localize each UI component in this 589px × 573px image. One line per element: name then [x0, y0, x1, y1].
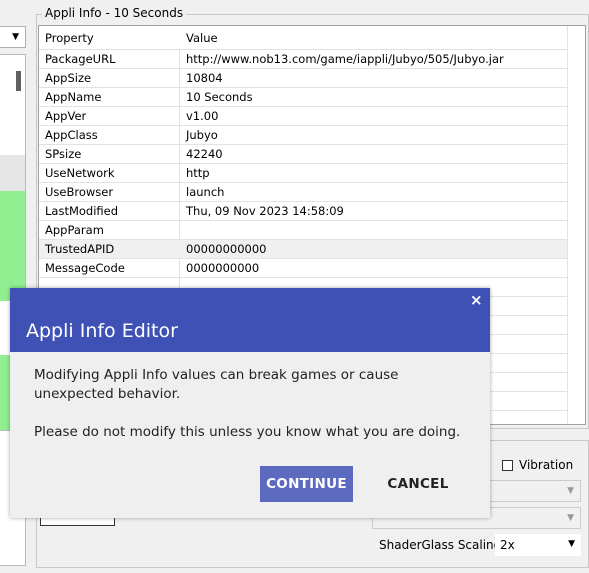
table-row[interactable]: PackageURL http://www.nob13.com/game/iapp… [39, 50, 569, 69]
table-row[interactable]: AppParam [39, 221, 569, 240]
table-row[interactable]: LastModified Thu, 09 Nov 2023 14:58:09 [39, 202, 569, 221]
table-row[interactable]: TrustedAPID 00000000000 [39, 240, 569, 259]
value-cell[interactable]: 10804 [186, 71, 223, 85]
table-row[interactable]: UseBrowser launch [39, 183, 569, 202]
property-cell: MessageCode [45, 261, 125, 275]
grid-header: Property Value [39, 26, 569, 50]
value-cell[interactable]: Thu, 09 Nov 2023 14:58:09 [186, 204, 344, 218]
value-cell[interactable]: 42240 [186, 147, 223, 161]
chevron-down-icon: ▼ [567, 486, 574, 496]
value-cell[interactable]: launch [186, 185, 224, 199]
property-cell: PackageURL [45, 52, 116, 66]
value-cell[interactable]: http [186, 166, 210, 180]
value-cell[interactable]: 10 Seconds [186, 90, 253, 104]
left-combo[interactable]: ▼ [0, 26, 26, 48]
value-cell[interactable]: 0000000000 [186, 261, 259, 275]
grid-scrollbar[interactable] [567, 26, 585, 424]
close-icon[interactable]: × [470, 291, 483, 309]
chevron-down-icon: ▼ [567, 513, 574, 523]
shader-scaling-label: ShaderGlass Scaling [379, 538, 502, 552]
property-cell: TrustedAPID [45, 242, 115, 256]
dialog-message: Modifying Appli Info values can break ga… [34, 366, 474, 461]
value-cell[interactable]: Jubyo [186, 128, 218, 142]
list-item [0, 191, 25, 301]
chevron-down-icon: ▼ [12, 32, 19, 42]
property-cell: UseBrowser [45, 185, 114, 199]
value-cell[interactable]: http://www.nob13.com/game/iappli/Jubyo/5… [186, 52, 504, 66]
checkbox-box[interactable] [502, 459, 513, 471]
table-row[interactable]: AppClass Jubyo [39, 126, 569, 145]
group-title: Appli Info - 10 Seconds [42, 6, 187, 20]
property-cell: AppParam [45, 223, 104, 237]
vibration-checkbox[interactable]: Vibration [502, 458, 573, 472]
advice-text: Please do not modify this unless you kno… [34, 424, 461, 440]
continue-button[interactable]: CONTINUE [260, 466, 353, 502]
shader-scaling-select[interactable]: 2x ▼ [495, 534, 581, 556]
table-row[interactable]: SPsize 42240 [39, 145, 569, 164]
value-cell[interactable]: v1.00 [186, 109, 218, 123]
property-cell: AppVer [45, 109, 87, 123]
cancel-button[interactable]: CANCEL [378, 466, 458, 502]
property-cell: AppSize [45, 71, 92, 85]
property-cell: UseNetwork [45, 166, 115, 180]
warning-text: Modifying Appli Info values can break ga… [34, 367, 399, 402]
vibration-label: Vibration [519, 458, 574, 472]
table-row[interactable]: UseNetwork http [39, 164, 569, 183]
dialog-title: Appli Info Editor [26, 320, 178, 342]
table-row[interactable]: AppSize 10804 [39, 69, 569, 88]
property-cell: AppName [45, 90, 102, 104]
property-cell: LastModified [45, 204, 119, 218]
dialog-header: × Appli Info Editor [10, 288, 490, 352]
table-row[interactable]: AppName 10 Seconds [39, 88, 569, 107]
shader-scaling-value: 2x [500, 538, 515, 552]
chevron-down-icon: ▼ [568, 539, 575, 549]
header-property: Property [45, 31, 94, 45]
table-row[interactable]: MessageCode 0000000000 [39, 259, 569, 278]
appli-info-editor-dialog: × Appli Info Editor Modifying Appli Info… [10, 288, 490, 518]
scrollbar-thumb[interactable] [16, 71, 21, 91]
table-row[interactable]: AppVer v1.00 [39, 107, 569, 126]
header-value: Value [186, 31, 218, 45]
property-cell: AppClass [45, 128, 98, 142]
value-cell[interactable]: 00000000000 [186, 242, 266, 256]
property-cell: SPsize [45, 147, 82, 161]
